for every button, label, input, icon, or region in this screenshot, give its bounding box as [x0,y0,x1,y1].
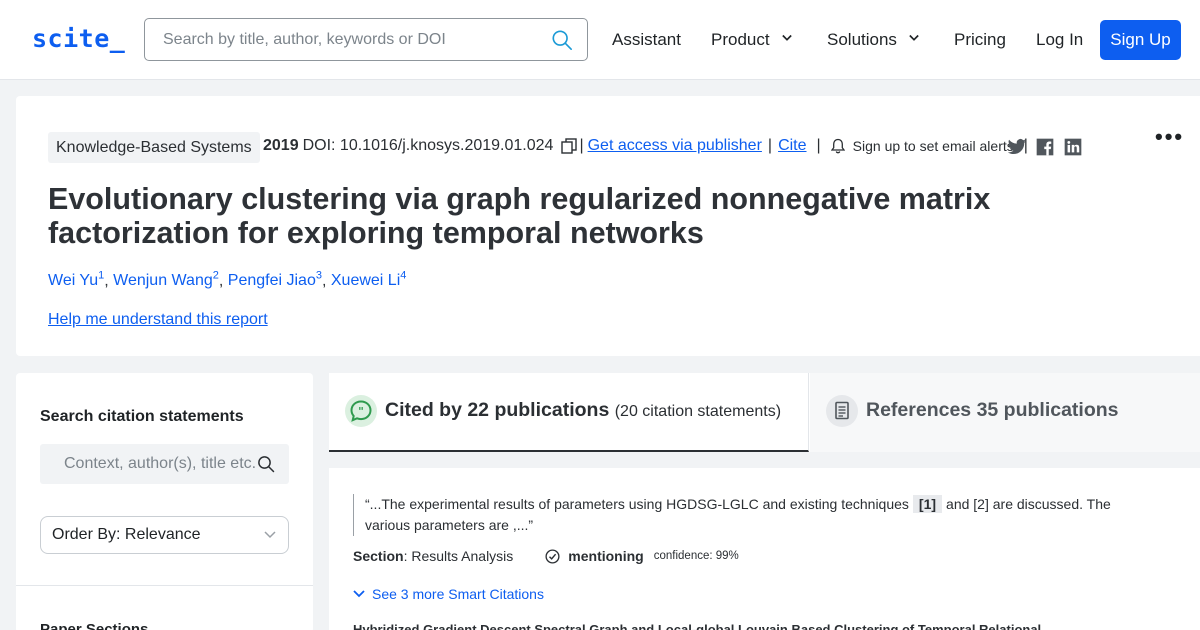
nav-pricing[interactable]: Pricing [954,30,1006,50]
author-link[interactable]: Pengfei Jiao3 [228,270,322,289]
paper-title: Evolutionary clustering via graph regula… [48,182,991,250]
search-citations-heading: Search citation statements [40,408,244,425]
citing-paper-title[interactable]: Hybridized Gradient Descent Spectral Gra… [353,622,1041,630]
bell-icon[interactable] [830,138,845,154]
tab-references[interactable]: References 35 publications [810,373,1200,452]
publication-year: 2019 [263,137,299,154]
nav-product[interactable]: Product [711,30,792,50]
tab-references-label: References 35 publications [866,399,1119,421]
global-search-input[interactable] [145,19,535,60]
chevron-down-icon [909,34,919,41]
linkedin-icon[interactable] [1063,137,1083,157]
chevron-down-icon [353,590,365,598]
cite-link[interactable]: Cite [778,137,806,155]
chevron-down-icon [781,34,792,41]
check-circle-icon [545,548,560,564]
citation-search-input[interactable] [40,444,258,484]
get-access-link[interactable]: Get access via publisher [588,137,762,155]
copy-icon[interactable] [561,138,578,154]
global-search[interactable] [144,18,588,61]
nav-solutions-label: Solutions [827,30,897,49]
login-link[interactable]: Log In [1036,30,1083,50]
citation-statement-card: “...The experimental results of paramete… [329,468,1200,630]
paper-sections-heading[interactable]: Paper Sections [40,621,148,630]
order-by-value: Order By: Relevance [52,526,201,543]
meta-separator: | [767,137,773,154]
citation-meta: Section: Results Analysis mentioning con… [353,548,739,564]
order-by-select[interactable]: Order By: Relevance [40,516,289,554]
author-link[interactable]: Wenjun Wang2 [113,270,219,289]
tab-cited-by-label: Cited by 22 publications (20 citation st… [385,399,782,421]
help-understand-link[interactable]: Help me understand this report [48,311,268,329]
tab-cited-by[interactable]: " Cited by 22 publications (20 citation … [329,373,809,452]
nav-assistant[interactable]: Assistant [612,30,681,50]
quote-bubble-icon: " [345,395,377,427]
citation-confidence: confidence: 99% [653,550,739,562]
section-value: : Results Analysis [403,548,514,564]
reference-chip[interactable]: [1] [912,495,943,513]
author-list: Wei Yu1, Wenjun Wang2, Pengfei Jiao3, Xu… [48,270,407,290]
email-alert-link[interactable]: Sign up to set email alerts [853,138,1014,154]
facebook-icon[interactable] [1035,137,1055,157]
meta-separator: | [579,137,584,154]
more-smart-citations-link[interactable]: See 3 more Smart Citations [353,586,544,602]
paper-header-card: Knowledge-Based Systems 2019 DOI: 10.101… [16,96,1200,356]
citation-tabs: " Cited by 22 publications (20 citation … [329,373,1200,452]
author-link[interactable]: Xuewei Li4 [331,270,407,289]
top-navigation-bar: scite_ Assistant Product Solutions Prici… [0,0,1200,80]
citation-search-box[interactable] [40,444,289,484]
svg-text:": " [358,405,364,418]
meta-separator: | [816,137,821,154]
more-options-button[interactable]: ••• [1155,124,1184,150]
citation-type: mentioning [568,548,644,564]
nav-solutions[interactable]: Solutions [827,30,919,50]
document-icon [826,395,858,427]
section-label: Section [353,548,404,564]
search-icon[interactable] [257,455,275,473]
twitter-icon[interactable] [1007,137,1027,157]
journal-badge[interactable]: Knowledge-Based Systems [48,132,260,163]
doi-text: DOI: 10.1016/j.knosys.2019.01.024 [302,137,554,154]
nav-product-label: Product [711,30,770,49]
citation-filter-panel: Search citation statements Order By: Rel… [16,373,313,630]
search-icon[interactable] [551,29,573,51]
panel-divider [16,585,313,586]
author-link[interactable]: Wei Yu1 [48,270,104,289]
scite-logo[interactable]: scite_ [32,24,125,53]
chevron-down-icon [264,531,276,539]
paper-meta-line: 2019 DOI: 10.1016/j.knosys.2019.01.024 |… [263,137,1034,155]
signup-button[interactable]: Sign Up [1100,20,1181,60]
citation-quote: “...The experimental results of paramete… [353,494,1113,536]
